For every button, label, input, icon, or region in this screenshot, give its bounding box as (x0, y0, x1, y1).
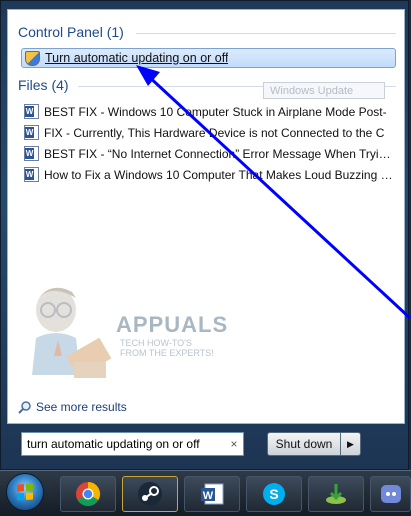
windows-logo-icon (17, 483, 33, 501)
watermark-tagline: TECH HOW-TO'S FROM THE EXPERTS! (120, 338, 214, 358)
shutdown-button[interactable]: Shut down (267, 432, 341, 456)
file-result-item[interactable]: FIX - Currently, This Hardware Device is… (21, 123, 396, 142)
word-document-icon (24, 125, 39, 140)
taskbar-skype-button[interactable]: S (246, 476, 302, 512)
see-more-label: See more results (36, 400, 127, 414)
file-result-item[interactable]: BEST FIX - “No Internet Connection” Erro… (21, 144, 396, 163)
file-result-label: How to Fix a Windows 10 Computer That Ma… (44, 167, 393, 182)
mascot-icon (32, 287, 112, 378)
svg-text:S: S (269, 486, 278, 502)
svg-text:W: W (203, 490, 214, 502)
taskbar-chrome-button[interactable] (60, 476, 116, 512)
file-result-label: BEST FIX - Windows 10 Computer Stuck in … (44, 104, 387, 119)
control-panel-header[interactable]: Control Panel (1) (18, 24, 124, 40)
steam-icon (138, 482, 162, 506)
shutdown-options-arrow-icon[interactable]: ▶ (341, 432, 361, 456)
files-header[interactable]: Files (4) (18, 77, 69, 93)
file-result-item[interactable]: How to Fix a Windows 10 Computer That Ma… (21, 165, 396, 184)
discord-icon (380, 485, 401, 503)
start-button[interactable] (6, 473, 44, 511)
see-more-results-link[interactable]: See more results (18, 400, 127, 414)
windows-update-icon (25, 50, 40, 66)
section-divider (136, 33, 396, 34)
chrome-icon (76, 481, 100, 507)
file-result-label: FIX - Currently, This Hardware Device is… (44, 125, 385, 140)
word-document-icon (24, 167, 39, 182)
taskbar-discord-button[interactable] (370, 476, 411, 512)
taskbar-steam-button[interactable] (122, 476, 178, 512)
magnifier-icon (18, 401, 31, 414)
word-icon: W (201, 483, 224, 505)
appuals-watermark: APPUALS TECH HOW-TO'S FROM THE EXPERTS! (18, 280, 227, 380)
search-input[interactable]: turn automatic updating on or off (21, 432, 244, 456)
word-document-icon (24, 146, 39, 161)
skype-icon: S (263, 483, 285, 505)
download-manager-icon (326, 484, 346, 504)
watermark-name: APPUALS (116, 312, 229, 337)
file-result-label: BEST FIX - “No Internet Connection” Erro… (44, 146, 396, 161)
taskbar: W S (0, 470, 411, 516)
search-results-pane: Control Panel (1) Turn automatic updatin… (7, 9, 405, 424)
taskbar-download-manager-button[interactable] (308, 476, 364, 512)
word-document-icon (24, 104, 39, 119)
taskbar-word-button[interactable]: W (184, 476, 240, 512)
start-menu: Control Panel (1) Turn automatic updatin… (0, 0, 409, 470)
result-label: Turn automatic updating on or off (45, 51, 229, 65)
file-result-item[interactable]: BEST FIX - Windows 10 Computer Stuck in … (21, 102, 396, 121)
result-turn-automatic-updating[interactable]: Turn automatic updating on or off (21, 48, 396, 68)
clear-search-icon[interactable]: × (227, 434, 241, 454)
tooltip: Windows Update (263, 82, 385, 99)
